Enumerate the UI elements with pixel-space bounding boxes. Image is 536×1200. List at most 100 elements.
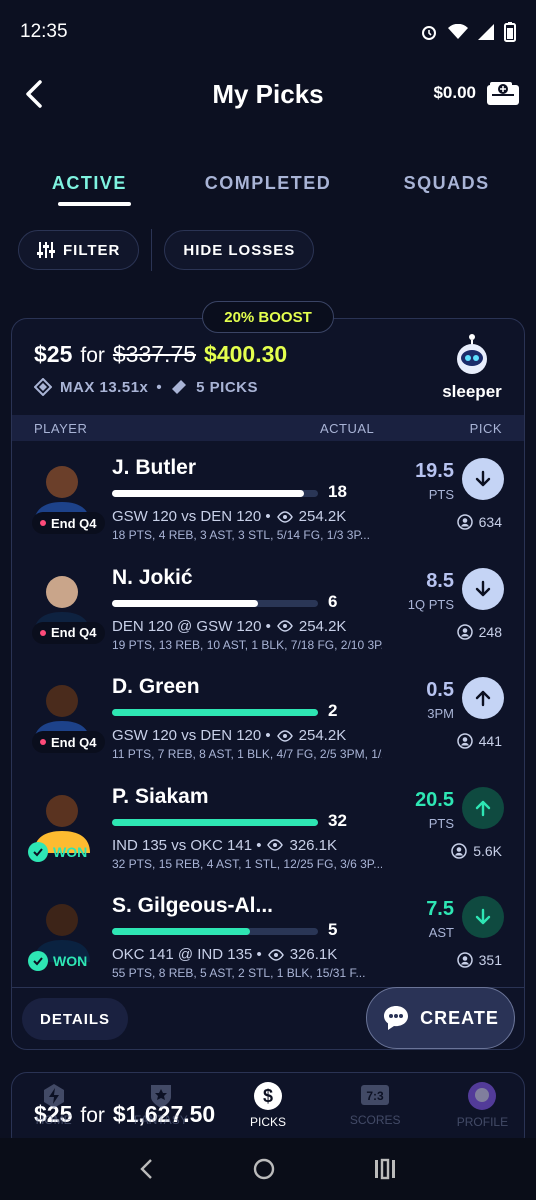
column-actual: ACTUAL: [320, 420, 375, 436]
pick-direction-button[interactable]: [462, 677, 504, 719]
view-count: 326.1K: [289, 946, 338, 963]
hide-losses-button[interactable]: HIDE LOSSES: [164, 230, 315, 270]
player-name: N. Jokić: [112, 565, 193, 589]
tab-squads[interactable]: SQUADS: [357, 165, 536, 215]
game-score: GSW 120 vs DEN 120 • 254.2K: [112, 508, 346, 525]
line-value: 8.5: [426, 569, 454, 592]
signal-icon: [478, 24, 494, 40]
game-status-tag: WON: [28, 950, 87, 972]
tabs: ACTIVE COMPLETED SQUADS: [0, 165, 536, 215]
pick-row[interactable]: WON P. Siakam 32 IND 135 vs OKC 141 • 32…: [12, 773, 524, 882]
pick-direction-button[interactable]: [462, 458, 504, 500]
check-icon: [28, 951, 48, 971]
pick-direction-button[interactable]: [462, 896, 504, 938]
line-unit: AST: [428, 925, 454, 940]
line-value: 19.5: [415, 460, 454, 482]
box-score: 32 PTS, 15 REB, 4 AST, 1 STL, 12/25 FG, …: [112, 856, 382, 871]
user-circle-icon: [456, 514, 473, 530]
status-text: WON: [53, 953, 88, 969]
nav-home[interactable]: HOME: [0, 1072, 107, 1138]
nav-fantasy-label: FANTASY: [133, 1113, 188, 1127]
details-button[interactable]: DETAILS: [22, 998, 129, 1040]
pick-direction-button[interactable]: [462, 567, 504, 610]
original-payout: $337.75: [112, 341, 197, 367]
progress-fill: [112, 599, 258, 607]
pick-popularity: 634: [456, 514, 502, 530]
view-count: 254.2K: [298, 727, 347, 744]
ticket-icon: [172, 380, 187, 394]
nav-home-label: HOME: [35, 1113, 72, 1127]
pick-row[interactable]: End Q4 N. Jokić 6 DEN 120 @ GSW 120 • 25…: [12, 554, 524, 663]
tab-squads-label: SQUADS: [403, 173, 490, 193]
live-dot: [40, 520, 46, 526]
arrow-down-icon: [475, 908, 491, 925]
pickers-count: 441: [478, 733, 502, 749]
line-value: 20.5: [415, 788, 454, 811]
projection-line: 0.5 3PM: [426, 679, 454, 721]
create-button[interactable]: CREATE: [366, 987, 515, 1049]
star-shield-icon: [150, 1085, 171, 1108]
nav-picks[interactable]: $ PICKS: [214, 1072, 321, 1138]
line-unit: 3PM: [427, 706, 454, 721]
system-back-icon[interactable]: [139, 1158, 155, 1180]
game-score: GSW 120 vs DEN 120 • 254.2K: [112, 727, 346, 744]
pick-popularity: 441: [456, 733, 502, 749]
meta-separator: •: [156, 378, 163, 396]
game-status-tag: End Q4: [32, 621, 105, 644]
player-name: P. Siakam: [112, 784, 209, 808]
nav-scores-label: SCORES: [349, 1113, 401, 1127]
column-pick: PICK: [469, 420, 502, 436]
entry-card[interactable]: $25 for $337.75 $400.30 MAX 13.51x • 5 P…: [11, 318, 525, 1050]
pick-row[interactable]: End Q4 J. Butler 18 GSW 120 vs DEN 120 •…: [12, 444, 524, 553]
progress-fill: [112, 709, 318, 716]
pickers-count: 634: [478, 514, 502, 530]
actual-value: 2: [328, 701, 338, 720]
game-status-tag: End Q4: [32, 731, 105, 753]
back-button[interactable]: [18, 78, 50, 110]
filter-row: FILTER HIDE LOSSES: [18, 229, 518, 271]
chat-bubble-icon: [384, 1006, 409, 1030]
boost-badge: 20% BOOST: [202, 301, 334, 333]
actual-value: 32: [328, 810, 347, 830]
avatar-icon: [468, 1082, 497, 1110]
status-text: WON: [53, 843, 88, 860]
nav-profile-label: PROFILE: [456, 1115, 509, 1129]
tab-active-indicator: [58, 202, 131, 206]
line-unit: PTS: [428, 815, 454, 831]
user-circle-icon: [456, 952, 473, 968]
nav-scores[interactable]: 7:3 SCORES: [322, 1072, 429, 1138]
pick-popularity: 248: [456, 624, 502, 640]
progress-track: [112, 818, 318, 826]
nav-fantasy[interactable]: FANTASY: [107, 1072, 214, 1138]
system-nav-bar: [0, 1138, 536, 1200]
pick-popularity: 351: [456, 952, 502, 968]
system-recents-icon[interactable]: [373, 1158, 397, 1180]
wallet-balance[interactable]: $0.00: [433, 80, 520, 106]
game-status-tag: WON: [28, 841, 87, 863]
brand-name: sleeper: [442, 382, 502, 401]
live-dot: [40, 739, 46, 745]
status-text: End Q4: [51, 734, 97, 750]
user-circle-icon: [456, 733, 473, 749]
max-multiplier: MAX 13.51x: [60, 378, 149, 396]
entry-stake: $25: [34, 341, 73, 367]
progress-fill: [112, 818, 318, 826]
pick-row[interactable]: WON S. Gilgeous-Al... 5 OKC 141 @ IND 13…: [12, 882, 524, 991]
status-text: End Q4: [51, 515, 97, 531]
pick-row[interactable]: End Q4 D. Green 2 GSW 120 vs DEN 120 • 2…: [12, 663, 524, 772]
progress-fill: [112, 928, 250, 935]
system-home-icon[interactable]: [252, 1157, 276, 1181]
nav-profile[interactable]: PROFILE: [429, 1072, 536, 1138]
filter-button[interactable]: FILTER: [18, 230, 140, 270]
pickers-count: 5.6K: [473, 842, 502, 859]
arrow-down-icon: [475, 580, 491, 596]
actual-value: 18: [328, 482, 347, 501]
box-score: 11 PTS, 7 REB, 8 AST, 1 BLK, 4/7 FG, 2/5…: [112, 747, 382, 761]
game-status-tag: End Q4: [32, 512, 105, 534]
battery-icon: [504, 22, 516, 42]
pick-direction-button[interactable]: [462, 786, 504, 829]
line-value: 7.5: [426, 898, 454, 920]
status-time: 12:35: [20, 21, 68, 42]
tab-active[interactable]: ACTIVE: [0, 165, 179, 215]
tab-completed[interactable]: COMPLETED: [179, 165, 358, 215]
